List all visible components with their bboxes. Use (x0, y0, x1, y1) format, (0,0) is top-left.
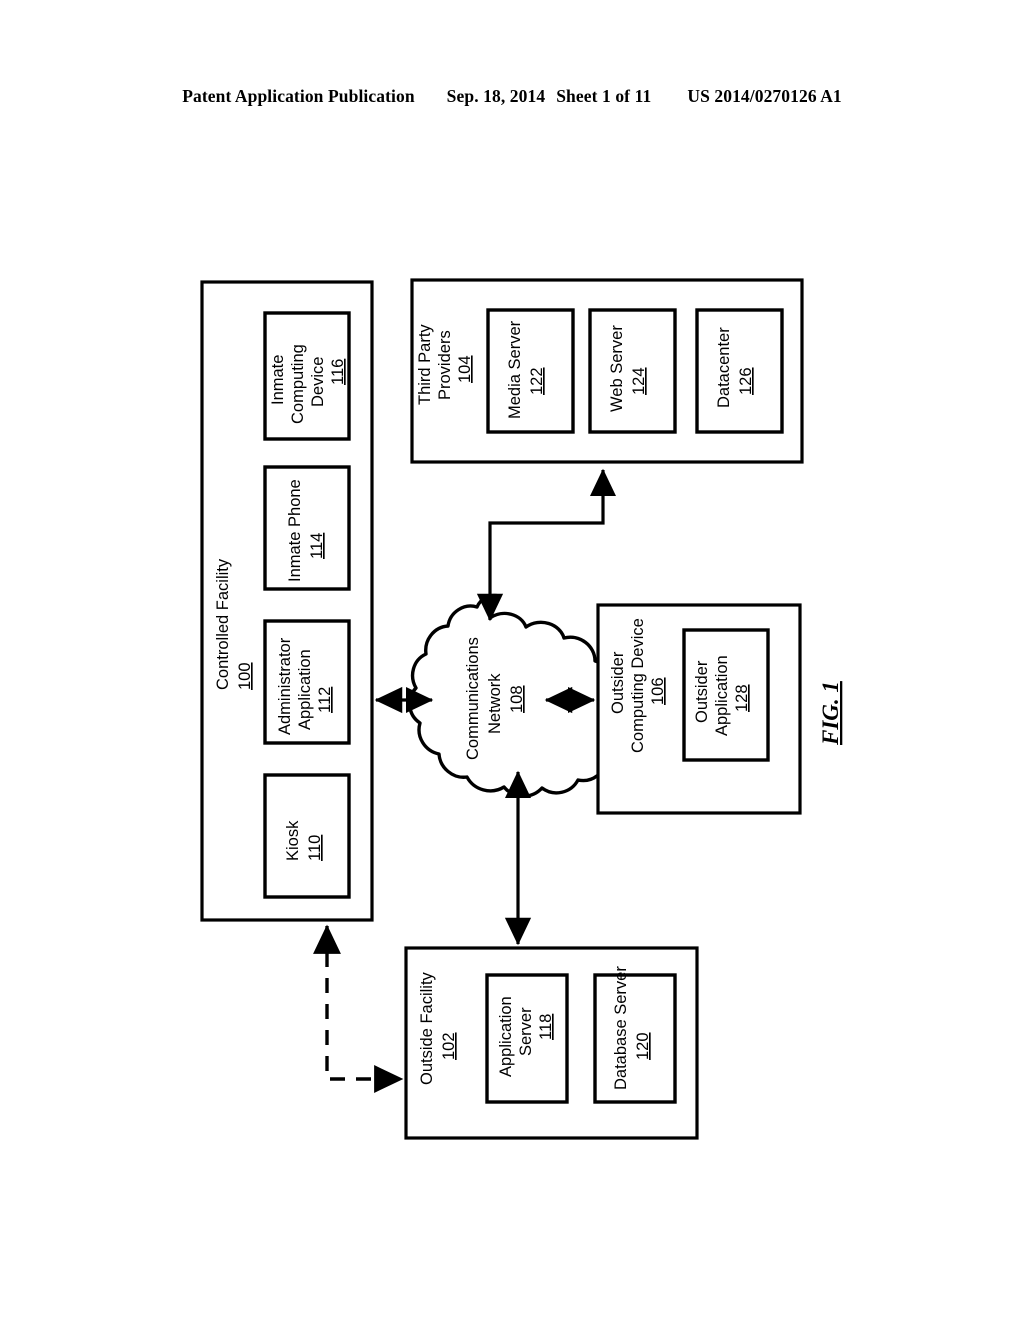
inmate-phone-box (263, 465, 351, 591)
web-server-label: Web Server (608, 325, 626, 412)
inmate-phone-label: Inmate Phone (286, 479, 304, 582)
outside-facility-group: Outside Facility 102 Application Server … (404, 946, 699, 1140)
communications-network-label-line1: Communications (464, 637, 482, 760)
communications-network-group: Communications Network 108 (408, 593, 627, 798)
outsider-application-label-line1: Outsider (693, 660, 711, 723)
inmate-phone-ref: 114 (308, 533, 326, 559)
administrator-application-label-line2: Application (296, 649, 314, 730)
outsider-application-label-line2: Application (713, 655, 731, 736)
application-server-ref: 118 (537, 1014, 555, 1040)
communications-network-label-line2: Network (486, 673, 504, 734)
datacenter-label: Datacenter (715, 327, 733, 408)
figure-1-block-diagram: Controlled Facility 100 Kiosk 110 Admini… (200, 278, 843, 1140)
inmate-computing-device-label-line1: Inmate (269, 355, 287, 405)
connector-controlled-facility-to-outside-facility (313, 924, 404, 1093)
outsider-computing-device-label-line2: Computing Device (629, 618, 647, 753)
third-party-providers-group: Third Party Providers 104 Media Server 1… (410, 278, 804, 464)
media-server-label: Media Server (506, 320, 524, 419)
media-server-ref: 122 (528, 367, 546, 395)
administrator-application-label-line1: Administrator (276, 637, 294, 735)
communications-network-ref: 108 (508, 685, 526, 713)
third-party-providers-label-line1: Third Party (416, 324, 434, 405)
web-server-ref: 124 (630, 367, 648, 395)
figure-label: FIG. 1 (818, 681, 843, 746)
outside-facility-ref: 102 (440, 1032, 458, 1060)
outside-facility-label: Outside Facility (418, 971, 436, 1085)
controlled-facility-ref: 100 (236, 662, 254, 690)
inmate-computing-device-ref: 116 (329, 359, 347, 385)
administrator-application-ref: 112 (316, 687, 334, 713)
database-server-ref: 120 (634, 1032, 652, 1060)
inmate-computing-device-label-line3: Device (309, 357, 327, 407)
kiosk-label: Kiosk (284, 820, 302, 861)
outsider-application-ref: 128 (733, 684, 751, 712)
application-server-label-line2: Server (517, 1007, 535, 1056)
outsider-computing-device-ref: 106 (649, 677, 667, 705)
patent-figure-page: Patent Application Publication Sep. 18, 2… (0, 0, 1024, 1320)
outsider-computing-device-group: Outsider Computing Device 106 Outsider A… (596, 603, 802, 815)
inmate-computing-device-label-line2: Computing (289, 344, 307, 424)
outsider-computing-device-label-line1: Outsider (609, 651, 627, 714)
connector-network-to-third-party (476, 468, 617, 622)
third-party-providers-ref: 104 (456, 355, 474, 383)
application-server-label-line1: Application (497, 996, 515, 1077)
controlled-facility-label: Controlled Facility (214, 558, 232, 690)
controlled-facility-group: Controlled Facility 100 Kiosk 110 Admini… (200, 280, 374, 922)
datacenter-ref: 126 (737, 367, 755, 395)
database-server-label: Database Server (612, 966, 630, 1090)
third-party-providers-label-line2: Providers (436, 330, 454, 400)
kiosk-ref: 110 (306, 835, 324, 861)
